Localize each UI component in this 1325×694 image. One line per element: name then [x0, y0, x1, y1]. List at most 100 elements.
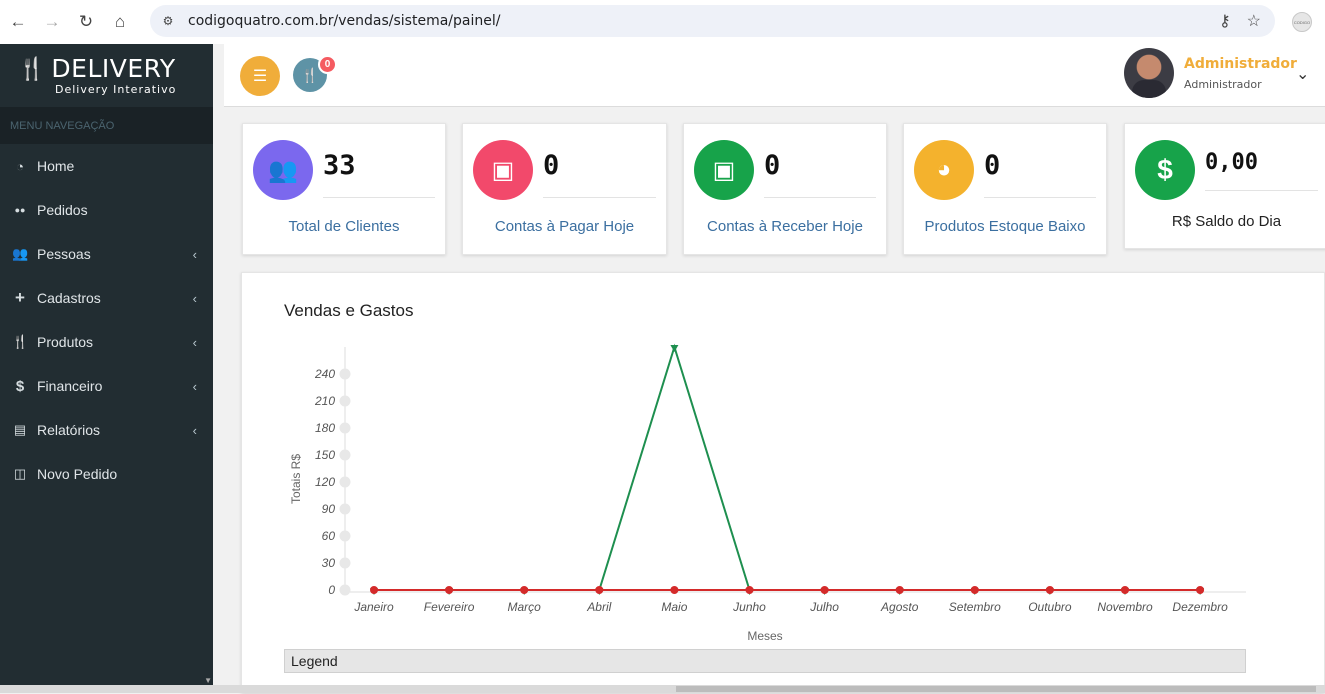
- data-point: [1045, 586, 1054, 594]
- sidebar-item-financeiro[interactable]: $ Financeiro ‹: [0, 364, 213, 408]
- data-point: [820, 586, 829, 594]
- star-icon[interactable]: ☆: [1247, 11, 1261, 31]
- motorcycle-icon: ●●: [14, 205, 26, 215]
- url-text[interactable]: codigoquatro.com.br/vendas/sistema/paine…: [188, 13, 500, 29]
- brand-title: DELIVERY: [51, 54, 176, 83]
- pdf-file-icon: ▤: [13, 422, 27, 437]
- site-settings-icon[interactable]: ⚙: [160, 13, 176, 29]
- user-role: Administrador: [1184, 78, 1262, 91]
- chevron-left-icon: ‹: [192, 246, 197, 262]
- sidebar-item-pessoas[interactable]: 👥 Pessoas ‹: [0, 232, 213, 276]
- data-point: [370, 586, 378, 594]
- money-icon: ▣: [694, 140, 754, 200]
- sidebar-item-pedidos[interactable]: ●● Pedidos: [0, 188, 213, 232]
- key-icon[interactable]: ⚷: [1219, 11, 1231, 31]
- y-tick-label: 90: [322, 502, 336, 516]
- x-tick-label: Outubro: [1028, 600, 1072, 614]
- y-tick-label: 60: [322, 529, 336, 543]
- card-link[interactable]: Produtos Estoque Baixo: [904, 218, 1106, 235]
- card-value: 0: [984, 150, 1001, 181]
- users-icon: 👥: [253, 140, 313, 200]
- horizontal-scrollbar[interactable]: [0, 685, 1325, 693]
- data-point: [970, 586, 979, 594]
- reload-icon[interactable]: ↻: [76, 12, 96, 32]
- y-tick-mark: [339, 395, 351, 407]
- y-tick-label: 240: [314, 367, 335, 381]
- users-icon: 👥: [12, 246, 29, 261]
- top-navbar: ☰ 🍴 0 Administrador Administrador ⌄: [224, 44, 1325, 107]
- utensils-icon: 🍴: [12, 334, 29, 349]
- card-value: 0: [543, 150, 560, 181]
- forward-arrow-icon[interactable]: →: [42, 12, 62, 32]
- card-saldo-dia: $ 0,00 R$ Saldo do Dia: [1124, 123, 1325, 249]
- card-label: R$ Saldo do Dia: [1171, 213, 1282, 230]
- user-name[interactable]: Administrador: [1184, 56, 1297, 72]
- profile-avatar[interactable]: CODIGO: [1292, 12, 1312, 32]
- utensils-icon: 🍴: [301, 66, 319, 83]
- home-icon[interactable]: ⌂: [110, 12, 130, 32]
- y-tick-mark: [339, 503, 351, 515]
- card-divider: [543, 197, 656, 198]
- money-icon: ▣: [473, 140, 533, 200]
- sidebar-item-cadastros[interactable]: + Cadastros ‹: [0, 276, 213, 320]
- card-divider: [323, 197, 435, 198]
- card-link[interactable]: Contas à Pagar Hoje: [463, 218, 666, 235]
- legend-label: Legend: [291, 653, 338, 669]
- y-tick-label: 210: [314, 394, 335, 408]
- chevron-left-icon: ‹: [192, 334, 197, 350]
- sidebar: 🍴 DELIVERY Delivery Interativo MENU NAVE…: [0, 44, 213, 693]
- menu-toggle-button[interactable]: ☰: [240, 56, 280, 96]
- address-bar[interactable]: ⚙ codigoquatro.com.br/vendas/sistema/pai…: [150, 5, 1275, 37]
- y-tick-label: 150: [315, 448, 335, 462]
- sidebar-scrollbar[interactable]: ▼: [203, 44, 213, 693]
- columns-icon: ◫: [13, 466, 27, 481]
- sales-chart: 0 30 60 90 120 150 180 210 240 Janeiro Fevereiro Ma…: [289, 343, 1246, 643]
- back-arrow-icon[interactable]: ←: [8, 12, 28, 32]
- sidebar-item-label: Home: [37, 158, 75, 174]
- legend-bar[interactable]: Legend: [284, 649, 1246, 673]
- data-point: [595, 586, 604, 594]
- sidebar-item-label: Novo Pedido: [37, 466, 118, 482]
- y-tick-mark: [339, 368, 351, 380]
- profile-label: CODIGO: [1293, 19, 1311, 25]
- sidebar-item-home[interactable]: ◔ Home: [0, 144, 213, 188]
- chevron-down-icon[interactable]: ⌄: [1296, 64, 1309, 84]
- menu-list: ◔ Home ●● Pedidos 👥 Pessoas ‹ + Cadastro…: [0, 144, 213, 496]
- y-tick-mark: [339, 584, 351, 596]
- brand[interactable]: 🍴 DELIVERY Delivery Interativo: [0, 44, 213, 107]
- y-axis-title: Totais R$: [289, 454, 303, 504]
- sidebar-item-relatorios[interactable]: ▤ Relatórios ‹: [0, 408, 213, 452]
- card-value: 0: [764, 150, 781, 181]
- y-tick-mark: [339, 476, 351, 488]
- chart-panel: Vendas e Gastos 0 30 60 90 120 150 180 210 240 Ja…: [241, 272, 1325, 693]
- data-point: [1121, 586, 1129, 594]
- scrollbar-thumb[interactable]: [676, 686, 1316, 692]
- avatar[interactable]: [1124, 48, 1174, 98]
- brand-subtitle: Delivery Interativo: [55, 83, 177, 96]
- x-tick-label: Setembro: [949, 600, 1001, 614]
- card-divider: [984, 197, 1096, 198]
- x-tick-label: Março: [508, 600, 542, 614]
- card-contas-pagar: ▣ 0 Contas à Pagar Hoje: [462, 123, 667, 255]
- sidebar-item-label: Pedidos: [37, 202, 88, 218]
- data-point: [445, 586, 454, 594]
- series-line-0: [374, 343, 1201, 591]
- card-link[interactable]: Contas à Receber Hoje: [684, 218, 886, 235]
- dashboard-icon: ◔: [16, 158, 24, 174]
- chevron-left-icon: ‹: [192, 290, 197, 306]
- sidebar-item-novo-pedido[interactable]: ◫ Novo Pedido: [0, 452, 213, 496]
- y-tick-label: 0: [328, 583, 335, 597]
- x-tick-label: Dezembro: [1172, 600, 1228, 614]
- chevron-left-icon: ‹: [192, 422, 197, 438]
- data-point: [745, 586, 754, 594]
- card-link[interactable]: Total de Clientes: [243, 218, 445, 235]
- y-tick-label: 120: [315, 475, 335, 489]
- x-tick-label: Janeiro: [353, 600, 394, 614]
- data-point: [895, 586, 904, 594]
- x-tick-label: Abril: [586, 600, 611, 614]
- scroll-down-icon[interactable]: ▼: [204, 676, 212, 685]
- sidebar-item-produtos[interactable]: 🍴 Produtos ‹: [0, 320, 213, 364]
- sidebar-item-label: Financeiro: [37, 378, 103, 394]
- pie-chart-icon: ◕: [914, 140, 974, 200]
- x-axis-title: Meses: [747, 629, 782, 643]
